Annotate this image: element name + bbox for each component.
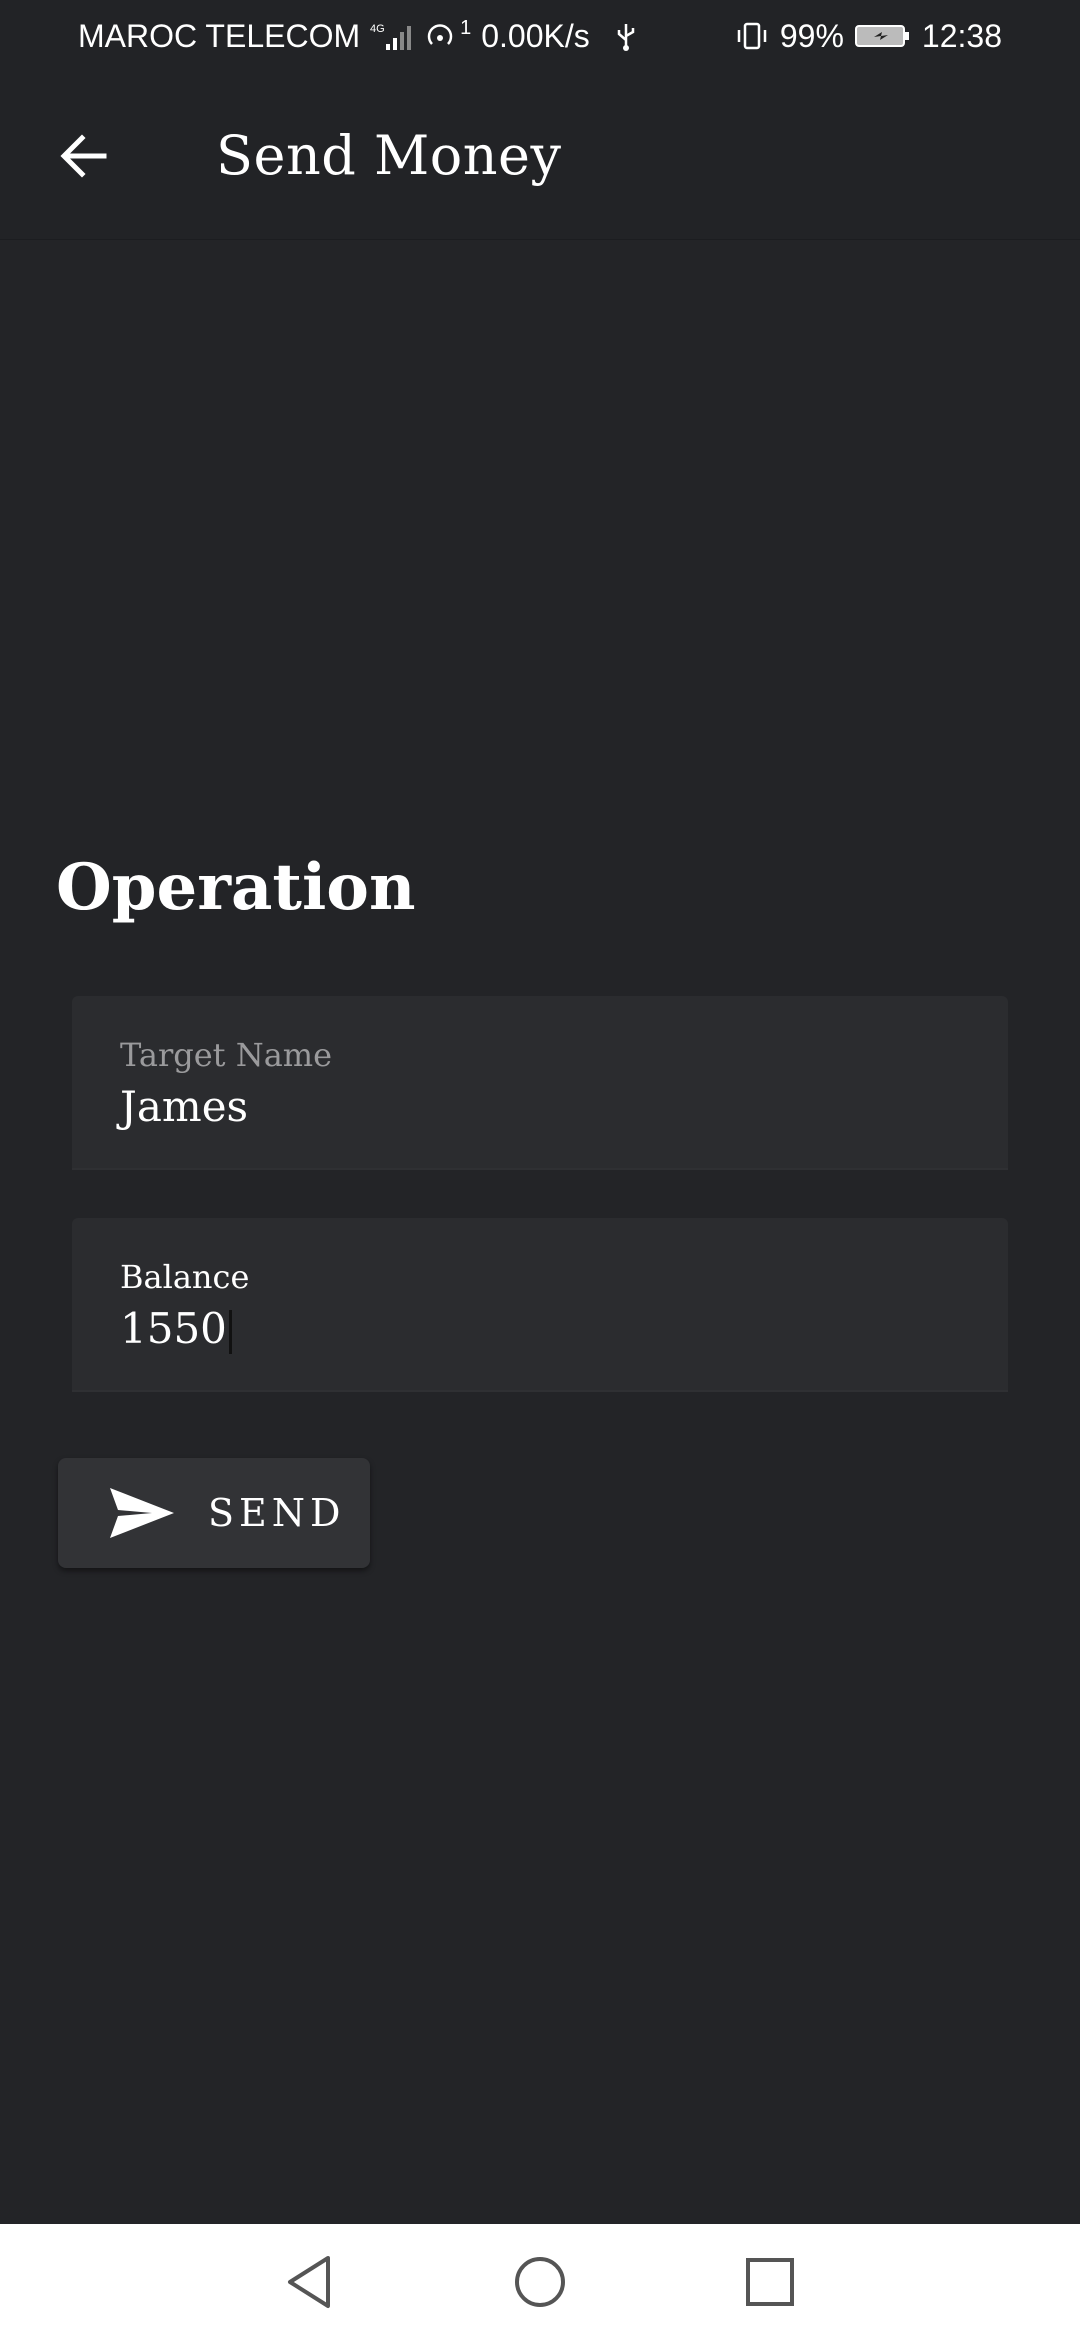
page-title: Send Money	[216, 124, 562, 187]
vibrate-icon	[734, 20, 770, 52]
usb-icon	[614, 20, 638, 52]
nav-home-icon	[515, 2257, 565, 2307]
target-name-label: Target Name	[120, 1036, 333, 1074]
section-title: Operation	[56, 850, 416, 925]
balance-label: Balance	[120, 1258, 250, 1296]
status-right: 99% 12:38	[734, 18, 1002, 55]
nav-back-icon	[288, 2256, 330, 2308]
target-name-value[interactable]: James	[120, 1082, 960, 1131]
network-type-label: 4G	[370, 23, 385, 35]
text-caret	[228, 1310, 232, 1354]
balance-field[interactable]: Balance 1550	[72, 1218, 1008, 1392]
clock: 12:38	[921, 17, 1002, 54]
hotspot-icon	[424, 20, 464, 52]
send-button-label: SEND	[208, 1491, 346, 1535]
nav-recents-icon	[746, 2258, 794, 2306]
nav-recents-button[interactable]	[730, 2242, 810, 2322]
status-bar: MAROC TELECOM 4G 1 0.00K/s 99% 12:38	[0, 0, 1080, 72]
network-speed: 0.00K/s	[481, 17, 590, 54]
navigation-bar	[0, 2224, 1080, 2340]
carrier-name: MAROC TELECOM	[78, 17, 361, 54]
target-name-field[interactable]: Target Name James	[72, 996, 1008, 1170]
app-bar: Send Money	[0, 72, 1080, 240]
balance-value[interactable]: 1550	[120, 1304, 227, 1353]
nav-back-button[interactable]	[270, 2242, 350, 2322]
send-money-screen: MAROC TELECOM 4G 1 0.00K/s 99% 12:38 Sen…	[0, 0, 1080, 2340]
back-button[interactable]	[42, 114, 126, 198]
nav-home-button[interactable]	[500, 2242, 580, 2322]
battery-charging-icon	[854, 20, 912, 52]
arrow-left-icon	[60, 133, 107, 178]
send-button[interactable]: SEND	[58, 1458, 370, 1568]
status-left: MAROC TELECOM 4G 1 0.00K/s	[78, 16, 638, 55]
hotspot-count: 1	[460, 16, 472, 39]
send-icon	[108, 1484, 176, 1542]
battery-percent: 99%	[779, 17, 844, 54]
balance-input-row[interactable]: 1550	[120, 1304, 960, 1354]
signal-icon: 4G	[370, 20, 414, 52]
